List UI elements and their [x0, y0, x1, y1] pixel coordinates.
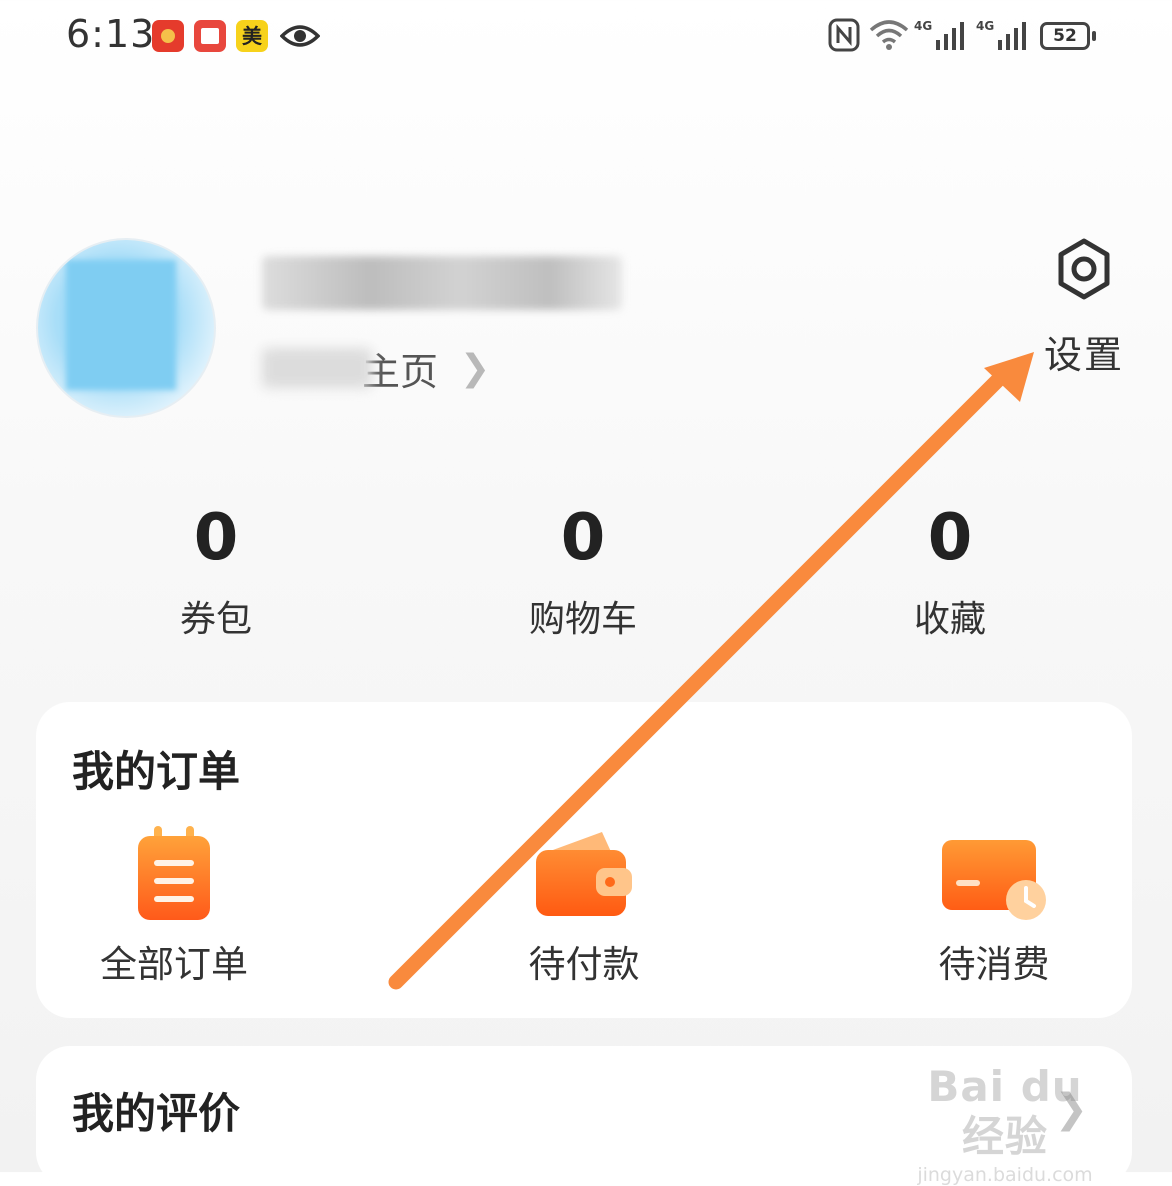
annotation-arrow — [388, 352, 1034, 990]
watermark-url: jingyan.baidu.com — [917, 1164, 1093, 1186]
watermark: Bai du 经验 jingyan.baidu.com — [900, 1062, 1110, 1186]
watermark-logo: Bai du 经验 — [927, 1062, 1083, 1161]
